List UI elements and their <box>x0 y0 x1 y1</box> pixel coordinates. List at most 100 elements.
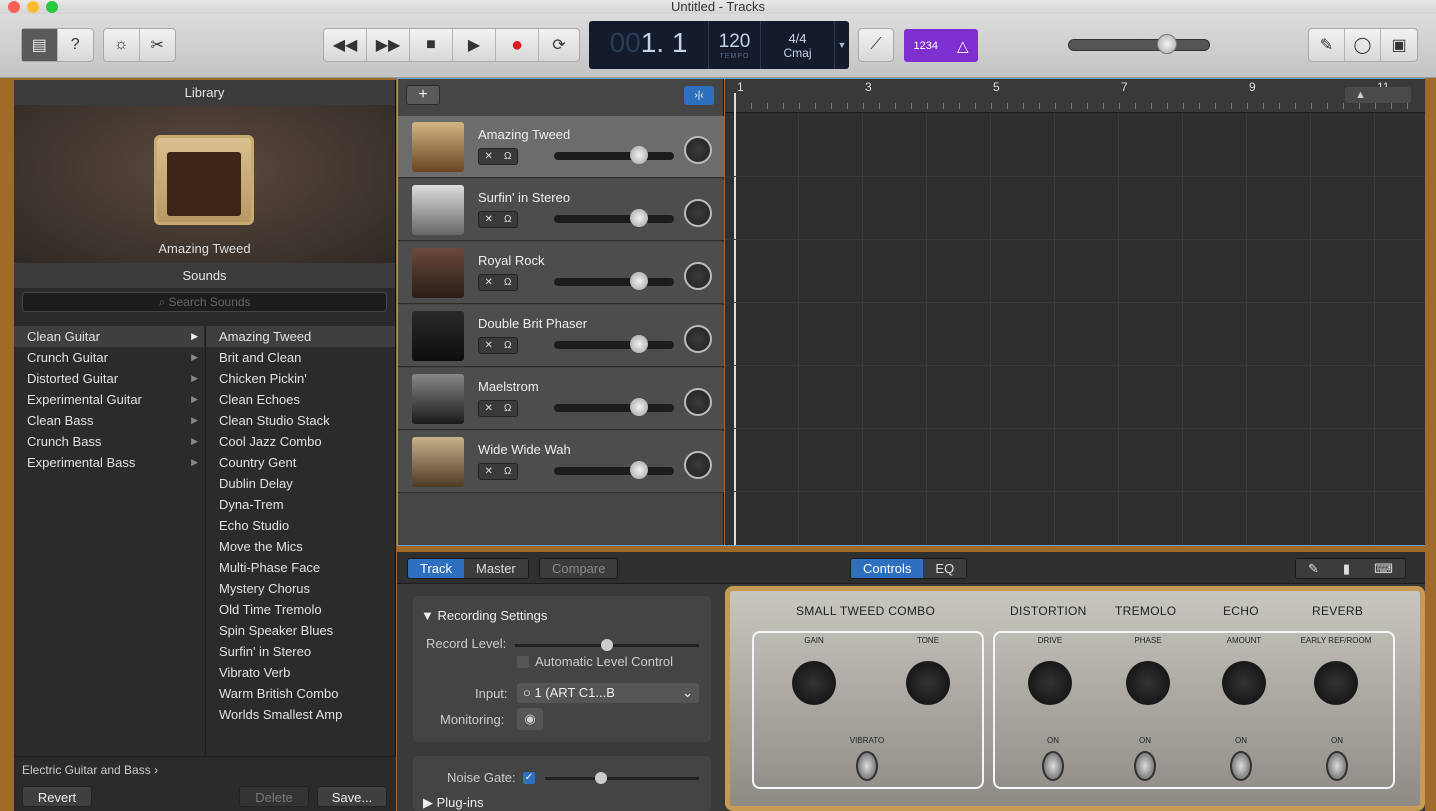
patch-item[interactable]: Vibrato Verb <box>206 662 395 683</box>
patch-item[interactable]: Move the Mics <box>206 536 395 557</box>
patch-item[interactable]: Dyna-Trem <box>206 494 395 515</box>
track-volume-slider[interactable] <box>554 461 674 479</box>
save-button[interactable]: Save... <box>317 786 387 807</box>
pencil-tool-button[interactable]: ✎ <box>1296 559 1331 578</box>
mute-button[interactable]: ✕ <box>485 403 493 414</box>
headphones-icon[interactable]: Ω <box>504 340 511 351</box>
patch-item[interactable]: Clean Echoes <box>206 389 395 410</box>
patch-item[interactable]: Mystery Chorus <box>206 578 395 599</box>
pan-knob[interactable] <box>684 136 712 164</box>
category-item[interactable]: Experimental Guitar ▶ <box>14 389 204 410</box>
category-item[interactable]: Clean Guitar ▶ <box>14 326 204 347</box>
lcd-menu[interactable]: ▼ <box>835 21 849 69</box>
media-browser-button[interactable]: ▣ <box>1381 29 1417 61</box>
mute-button[interactable]: ✕ <box>485 151 493 162</box>
pan-knob[interactable] <box>684 262 712 290</box>
close-window-button[interactable] <box>8 1 20 13</box>
track-header[interactable]: Amazing Tweed ✕ Ω <box>398 116 724 178</box>
track-volume-slider[interactable] <box>554 146 674 164</box>
toggle-switch[interactable] <box>1326 751 1348 781</box>
track-volume-slider[interactable] <box>554 272 674 290</box>
count-in-metronome[interactable]: 1234 △ <box>904 29 978 62</box>
headphones-icon[interactable]: Ω <box>504 403 511 414</box>
add-track-button[interactable]: + <box>406 85 440 105</box>
track-volume-knob[interactable] <box>630 209 648 227</box>
noise-gate-checkbox[interactable]: ✓ <box>523 772 535 784</box>
compare-button[interactable]: Compare <box>540 559 618 578</box>
patch-item[interactable]: Clean Studio Stack <box>206 410 395 431</box>
category-item[interactable]: Distorted Guitar ▶ <box>14 368 204 389</box>
patch-item[interactable]: Multi-Phase Face <box>206 557 395 578</box>
track-header[interactable]: Double Brit Phaser ✕ Ω <box>398 305 724 367</box>
patch-item[interactable]: Spin Speaker Blues <box>206 620 395 641</box>
headphones-icon[interactable]: Ω <box>504 214 511 225</box>
tab-track[interactable]: Track <box>408 559 465 578</box>
mute-button[interactable]: ✕ <box>485 277 493 288</box>
tab-eq[interactable]: EQ <box>923 559 967 578</box>
revert-button[interactable]: Revert <box>22 786 92 807</box>
track-volume-slider[interactable] <box>554 398 674 416</box>
patch-item[interactable]: Warm British Combo <box>206 683 395 704</box>
playhead[interactable] <box>734 93 736 545</box>
amp-knob[interactable] <box>1126 661 1170 705</box>
category-item[interactable]: Clean Bass ▶ <box>14 410 204 431</box>
patch-item[interactable]: Dublin Delay <box>206 473 395 494</box>
pan-knob[interactable] <box>684 199 712 227</box>
amp-knob[interactable] <box>1028 661 1072 705</box>
loop-browser-button[interactable]: ◯ <box>1345 29 1381 61</box>
pan-knob[interactable] <box>684 451 712 479</box>
delete-button[interactable]: Delete <box>239 786 309 807</box>
category-item[interactable]: Crunch Guitar ▶ <box>14 347 204 368</box>
patch-item[interactable]: Chicken Pickin' <box>206 368 395 389</box>
zoom-window-button[interactable] <box>46 1 58 13</box>
track-volume-slider[interactable] <box>554 335 674 353</box>
keyboard-button[interactable]: ⌨ <box>1362 559 1405 578</box>
record-level-slider[interactable] <box>515 639 699 651</box>
mute-button[interactable]: ✕ <box>485 214 493 225</box>
mute-button[interactable]: ✕ <box>485 340 493 351</box>
tab-controls[interactable]: Controls <box>851 559 924 578</box>
mute-button[interactable]: ✕ <box>485 466 493 477</box>
monitoring-button[interactable]: ◉ <box>517 708 543 730</box>
smart-controls-button[interactable]: ☼ <box>104 29 140 61</box>
patch-item[interactable]: Amazing Tweed <box>206 326 395 347</box>
ruler[interactable]: 1357911 <box>725 79 1425 113</box>
track-header[interactable]: Wide Wide Wah ✕ Ω <box>398 431 724 493</box>
editors-button[interactable]: ✂ <box>140 29 176 61</box>
category-item[interactable]: Experimental Bass ▶ <box>14 452 204 473</box>
cycle-button[interactable]: ⟳ <box>539 29 579 61</box>
patch-item[interactable]: Surfin' in Stereo <box>206 641 395 662</box>
track-volume-knob[interactable] <box>630 461 648 479</box>
tuner-button[interactable]: ⟋ <box>859 29 893 61</box>
fast-forward-button[interactable]: ▶▶ <box>367 29 410 61</box>
track-volume-slider[interactable] <box>554 209 674 227</box>
play-button[interactable]: ▶ <box>453 29 496 61</box>
zoom-slider[interactable]: ▲ <box>1345 87 1411 103</box>
plugins-toggle[interactable]: ▶ Plug-ins <box>423 795 484 811</box>
headphones-icon[interactable]: Ω <box>504 466 511 477</box>
input-select[interactable]: ○ 1 (ART C1...B ⌄ <box>517 683 699 703</box>
lcd-display[interactable]: 00 1. 1 120 TEMPO 4/4 Cmaj ▼ <box>589 21 849 69</box>
patch-item[interactable]: Cool Jazz Combo <box>206 431 395 452</box>
notepad-button[interactable]: ✎ <box>1309 29 1345 61</box>
patch-item[interactable]: Brit and Clean <box>206 347 395 368</box>
record-level-knob[interactable] <box>601 639 613 651</box>
amp-knob[interactable] <box>1222 661 1266 705</box>
pedalboard-button[interactable]: ▮ <box>1330 559 1363 578</box>
help-button[interactable]: ? <box>58 29 94 61</box>
category-item[interactable]: Crunch Bass ▶ <box>14 431 204 452</box>
rewind-button[interactable]: ◀◀ <box>324 29 367 61</box>
library-button[interactable]: ▤ <box>22 29 58 61</box>
noise-gate-slider[interactable] <box>545 772 699 784</box>
zoom-knob[interactable]: ▲ <box>1355 89 1366 101</box>
recording-settings-toggle[interactable]: ▼ Recording Settings <box>421 608 547 623</box>
toggle-switch[interactable] <box>856 751 878 781</box>
track-volume-knob[interactable] <box>630 335 648 353</box>
catch-playhead-button[interactable]: ›|‹ <box>684 86 714 105</box>
track-volume-knob[interactable] <box>630 146 648 164</box>
minimize-window-button[interactable] <box>27 1 39 13</box>
library-path[interactable]: Electric Guitar and Bass › <box>22 763 158 777</box>
patch-item[interactable]: Old Time Tremolo <box>206 599 395 620</box>
master-volume-knob[interactable] <box>1157 34 1177 54</box>
amp-knob[interactable] <box>792 661 836 705</box>
